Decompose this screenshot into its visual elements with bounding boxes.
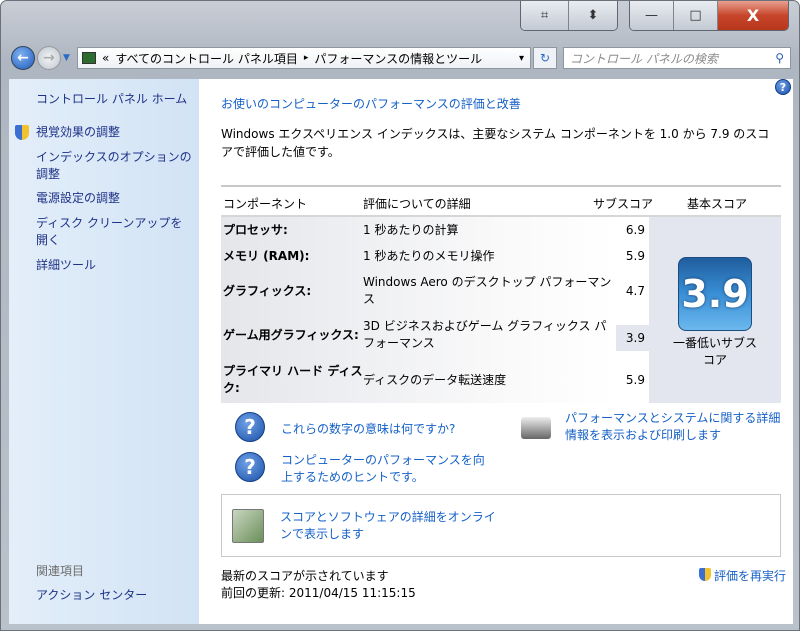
sidebar: コントロール パネル ホーム 視覚効果の調整 インデックスのオプションの調整 電… (9, 79, 199, 624)
subscore: 5.9 (625, 249, 645, 263)
resize-icon: ⬍ (587, 8, 599, 23)
extra-caption-buttons: ⌗ ⬍ (520, 1, 618, 31)
forward-button[interactable]: → (37, 46, 61, 70)
sidebar-item-action-center[interactable]: アクション センター (36, 587, 194, 604)
component-name: プロセッサ: (223, 222, 288, 237)
minimize-button[interactable]: — (630, 1, 674, 30)
description: Windows エクスペリエンス インデックスは、主要なシステム コンポーネント… (221, 127, 770, 159)
subscore-lowest: 3.9 (616, 325, 651, 351)
base-score-badge: 3.9 (678, 257, 752, 331)
table-row: プロセッサ: 1 秒あたりの計算 (221, 217, 616, 243)
maximize-button[interactable]: □ (674, 1, 718, 30)
back-arrow-icon: ← (17, 50, 29, 66)
subscore: 5.9 (625, 373, 645, 387)
related-heading: 関連項目 (36, 564, 85, 578)
main-panel: ? お使いのコンピューターのパフォーマンスの評価と改善 Windows エクスペ… (199, 79, 793, 624)
caption-buttons: — □ X (629, 1, 789, 31)
component-detail: 3D ビジネスおよびゲーム グラフィックス パフォーマンス (363, 319, 607, 350)
component-name: ゲーム用グラフィックス: (223, 327, 359, 342)
last-update: 前回の更新: 2011/04/15 11:15:15 (221, 584, 416, 601)
component-name: メモリ (RAM): (223, 248, 310, 263)
table-row: プライマリ ハード ディスク: ディスクのデータ転送速度 (221, 357, 616, 403)
search-placeholder: コントロール パネルの検索 (570, 51, 718, 66)
printer-icon (521, 417, 551, 439)
sidebar-home-link[interactable]: コントロール パネル ホーム (36, 91, 194, 108)
print-details-link[interactable]: パフォーマンスとシステムに関する詳細情報を表示および印刷します (565, 410, 785, 444)
snap-icon: ⌗ (540, 8, 549, 23)
recent-pages-dropdown[interactable]: ▼ (63, 53, 70, 63)
address-bar[interactable]: « すべてのコントロール パネル項目 ▸ パフォーマンスの情報とツール ▾ (77, 47, 531, 69)
sidebar-item-disk-cleanup[interactable]: ディスク クリーンアップを開く (36, 215, 194, 249)
breadcrumb-all-items[interactable]: すべてのコントロール パネル項目 (115, 50, 298, 67)
sidebar-item-power[interactable]: 電源設定の調整 (36, 190, 194, 207)
meaning-link[interactable]: これらの数字の意味は何ですか? (281, 420, 455, 437)
online-details-link[interactable]: スコアとソフトウェアの詳細をオンラインで表示します (280, 509, 500, 543)
page-title: お使いのコンピューターのパフォーマンスの評価と改善 (221, 97, 521, 111)
resize-button[interactable]: ⬍ (569, 1, 617, 30)
component-detail: ディスクのデータ転送速度 (363, 372, 507, 387)
refresh-button[interactable]: ↻ (533, 47, 557, 69)
rerun-assessment-link[interactable]: 評価を再実行 (714, 567, 786, 584)
base-score-caption: 一番低いサブスコア (672, 336, 757, 367)
breadcrumb-overflow[interactable]: « (102, 51, 109, 65)
table-row: ゲーム用グラフィックス: 3D ビジネスおよびゲーム グラフィックス パフォーマン… (221, 313, 616, 357)
status-text: 最新のスコアが示されています (221, 569, 389, 583)
forward-arrow-icon: → (43, 50, 55, 66)
window-frame: ⌗ ⬍ — □ X ← → ▼ « すべてのコントロール パネル項目 ▸ パフォ… (0, 0, 800, 631)
nav-buttons: ← → ▼ (11, 46, 70, 70)
online-box: スコアとソフトウェアの詳細をオンラインで表示します (221, 494, 781, 557)
component-detail: Windows Aero のデスクトップ パフォーマンス (363, 275, 612, 306)
header-subscore: サブスコア (593, 197, 654, 211)
sidebar-item-indexing[interactable]: インデックスのオプションの調整 (36, 149, 194, 183)
address-dropdown[interactable]: ▾ (519, 53, 524, 64)
question-icon: ? (235, 412, 265, 442)
component-name: グラフィックス: (223, 283, 312, 298)
last-update-value: 2011/04/15 11:15:15 (288, 586, 416, 600)
subscore: 6.9 (625, 223, 645, 237)
component-detail: 1 秒あたりのメモリ操作 (363, 248, 495, 263)
score-table: コンポーネント 評価についての詳細 サブスコア 基本スコア プロセッサ: 1 秒あ… (221, 185, 781, 403)
snap-button[interactable]: ⌗ (521, 1, 569, 30)
header-component: コンポーネント (223, 197, 308, 211)
component-detail: 1 秒あたりの計算 (363, 222, 459, 237)
search-input[interactable]: コントロール パネルの検索 ⚲ (563, 47, 791, 69)
shield-icon (15, 125, 29, 140)
close-button[interactable]: X (718, 1, 788, 30)
subscore: 4.7 (625, 284, 645, 298)
search-icon[interactable]: ⚲ (775, 51, 784, 65)
shield-icon (699, 568, 711, 581)
header-base-score: 基本スコア (687, 197, 748, 211)
software-icon (232, 509, 264, 543)
sidebar-item-advanced-tools[interactable]: 詳細ツール (36, 257, 194, 274)
component-name: プライマリ ハード ディスク: (223, 364, 363, 395)
back-button[interactable]: ← (11, 46, 35, 70)
base-score-cell: 3.9 一番低いサブスコア (649, 217, 781, 403)
table-header: コンポーネント 評価についての詳細 サブスコア 基本スコア (221, 187, 781, 217)
question-icon: ? (235, 452, 265, 482)
table-row: グラフィックス: Windows Aero のデスクトップ パフォーマンス (221, 269, 616, 313)
tips-link[interactable]: コンピューターのパフォーマンスを向上するためのヒントです。 (281, 452, 496, 486)
control-panel-icon (82, 52, 96, 64)
last-update-label: 前回の更新: (221, 586, 286, 600)
breadcrumb-separator[interactable]: ▸ (304, 53, 309, 63)
breadcrumb-performance[interactable]: パフォーマンスの情報とツール (314, 50, 482, 67)
sidebar-item-visual-effects[interactable]: 視覚効果の調整 (36, 124, 194, 141)
table-row: メモリ (RAM): 1 秒あたりのメモリ操作 (221, 243, 616, 269)
header-detail: 評価についての詳細 (363, 197, 471, 211)
help-icon[interactable]: ? (775, 79, 791, 95)
